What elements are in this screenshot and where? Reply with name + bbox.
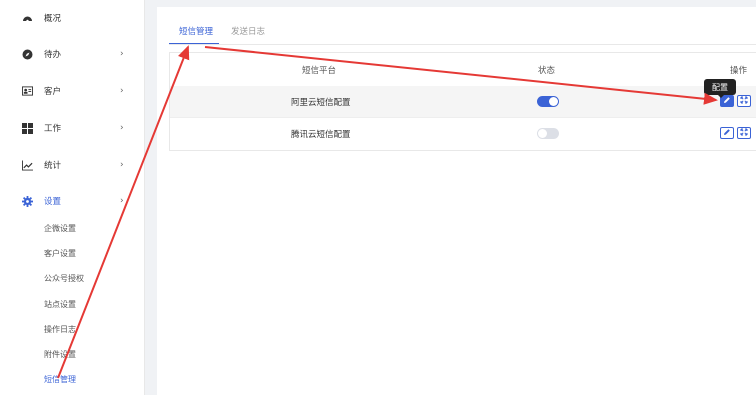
header-platform: 短信平台 xyxy=(302,66,337,76)
sidebar-item-overview[interactable]: 概况 xyxy=(0,8,144,28)
sidebar-item-stats[interactable]: 统计 › xyxy=(0,155,144,175)
expand-icon xyxy=(740,128,748,139)
sidebar-subitem-site-settings[interactable]: 站点设置 xyxy=(44,298,76,312)
gear-icon xyxy=(22,195,33,207)
table-row: 腾讯云短信配置 xyxy=(170,118,756,149)
sidebar-item-label: 统计 xyxy=(44,161,62,171)
expand-icon xyxy=(740,96,748,107)
chevron-right-icon: › xyxy=(120,196,124,206)
edit-config-button[interactable] xyxy=(720,127,734,139)
platform-name: 阿里云短信配置 xyxy=(291,98,351,108)
sidebar-subitem-customer-settings[interactable]: 客户设置 xyxy=(44,247,76,261)
expand-button[interactable] xyxy=(737,95,751,107)
grid-icon xyxy=(22,122,33,134)
tooltip-text: 配置 xyxy=(712,82,728,92)
status-toggle[interactable] xyxy=(537,128,559,139)
sms-platform-table: 短信平台 状态 操作 阿里云短信配置 腾讯云短信配置 xyxy=(169,52,756,151)
tab-bar: 短信管理 发送日志 xyxy=(169,15,756,47)
config-tooltip: 配置 xyxy=(704,79,736,98)
chevron-right-icon: › xyxy=(120,49,124,59)
sidebar-item-label: 客户 xyxy=(44,87,62,97)
sidebar-subitem-official-account-auth[interactable]: 公众号授权 xyxy=(44,272,84,286)
sidebar-subitem-attachment-settings[interactable]: 附件设置 xyxy=(44,348,76,362)
sidebar-subitem-sms-management[interactable]: 短信管理 xyxy=(44,373,76,387)
chevron-right-icon: › xyxy=(120,123,124,133)
sidebar-item-label: 设置 xyxy=(44,197,62,207)
sidebar-item-label: 工作 xyxy=(44,124,62,134)
sidebar-item-work[interactable]: 工作 › xyxy=(0,118,144,138)
sidebar-item-customer[interactable]: 客户 › xyxy=(0,81,144,101)
compass-icon xyxy=(22,49,33,60)
sidebar-item-label: 待办 xyxy=(44,50,62,60)
sidebar-subitem-wecom-settings[interactable]: 企微设置 xyxy=(44,222,76,236)
platform-name: 腾讯云短信配置 xyxy=(291,130,351,140)
header-actions: 操作 xyxy=(730,66,748,76)
sidebar-item-settings[interactable]: 设置 › xyxy=(0,191,144,211)
status-toggle[interactable] xyxy=(537,96,559,107)
expand-button[interactable] xyxy=(737,127,751,139)
sidebar-subitem-operation-log[interactable]: 操作日志 xyxy=(44,323,76,337)
table-header: 短信平台 状态 操作 xyxy=(170,53,756,87)
tab-send-log[interactable]: 发送日志 xyxy=(231,25,265,37)
sidebar-item-todo[interactable]: 待办 › xyxy=(0,44,144,64)
main-panel: 短信管理 发送日志 短信平台 状态 操作 阿里云短信配置 腾讯云短信配置 配置 xyxy=(157,7,756,395)
tab-divider xyxy=(169,44,756,45)
table-row: 阿里云短信配置 xyxy=(170,86,756,118)
tab-sms-management[interactable]: 短信管理 xyxy=(179,25,213,37)
dashboard-icon xyxy=(22,13,33,24)
chevron-right-icon: › xyxy=(120,160,124,170)
line-chart-icon xyxy=(22,159,33,171)
sidebar: 概况 待办 › 客户 › 工作 › 统计 › 设置 › 企微设置 客户设置 公众… xyxy=(0,0,145,395)
chevron-right-icon: › xyxy=(120,86,124,96)
pencil-icon xyxy=(723,128,731,139)
id-card-icon xyxy=(22,86,33,97)
sidebar-item-label: 概况 xyxy=(44,14,62,24)
header-status: 状态 xyxy=(538,66,556,76)
